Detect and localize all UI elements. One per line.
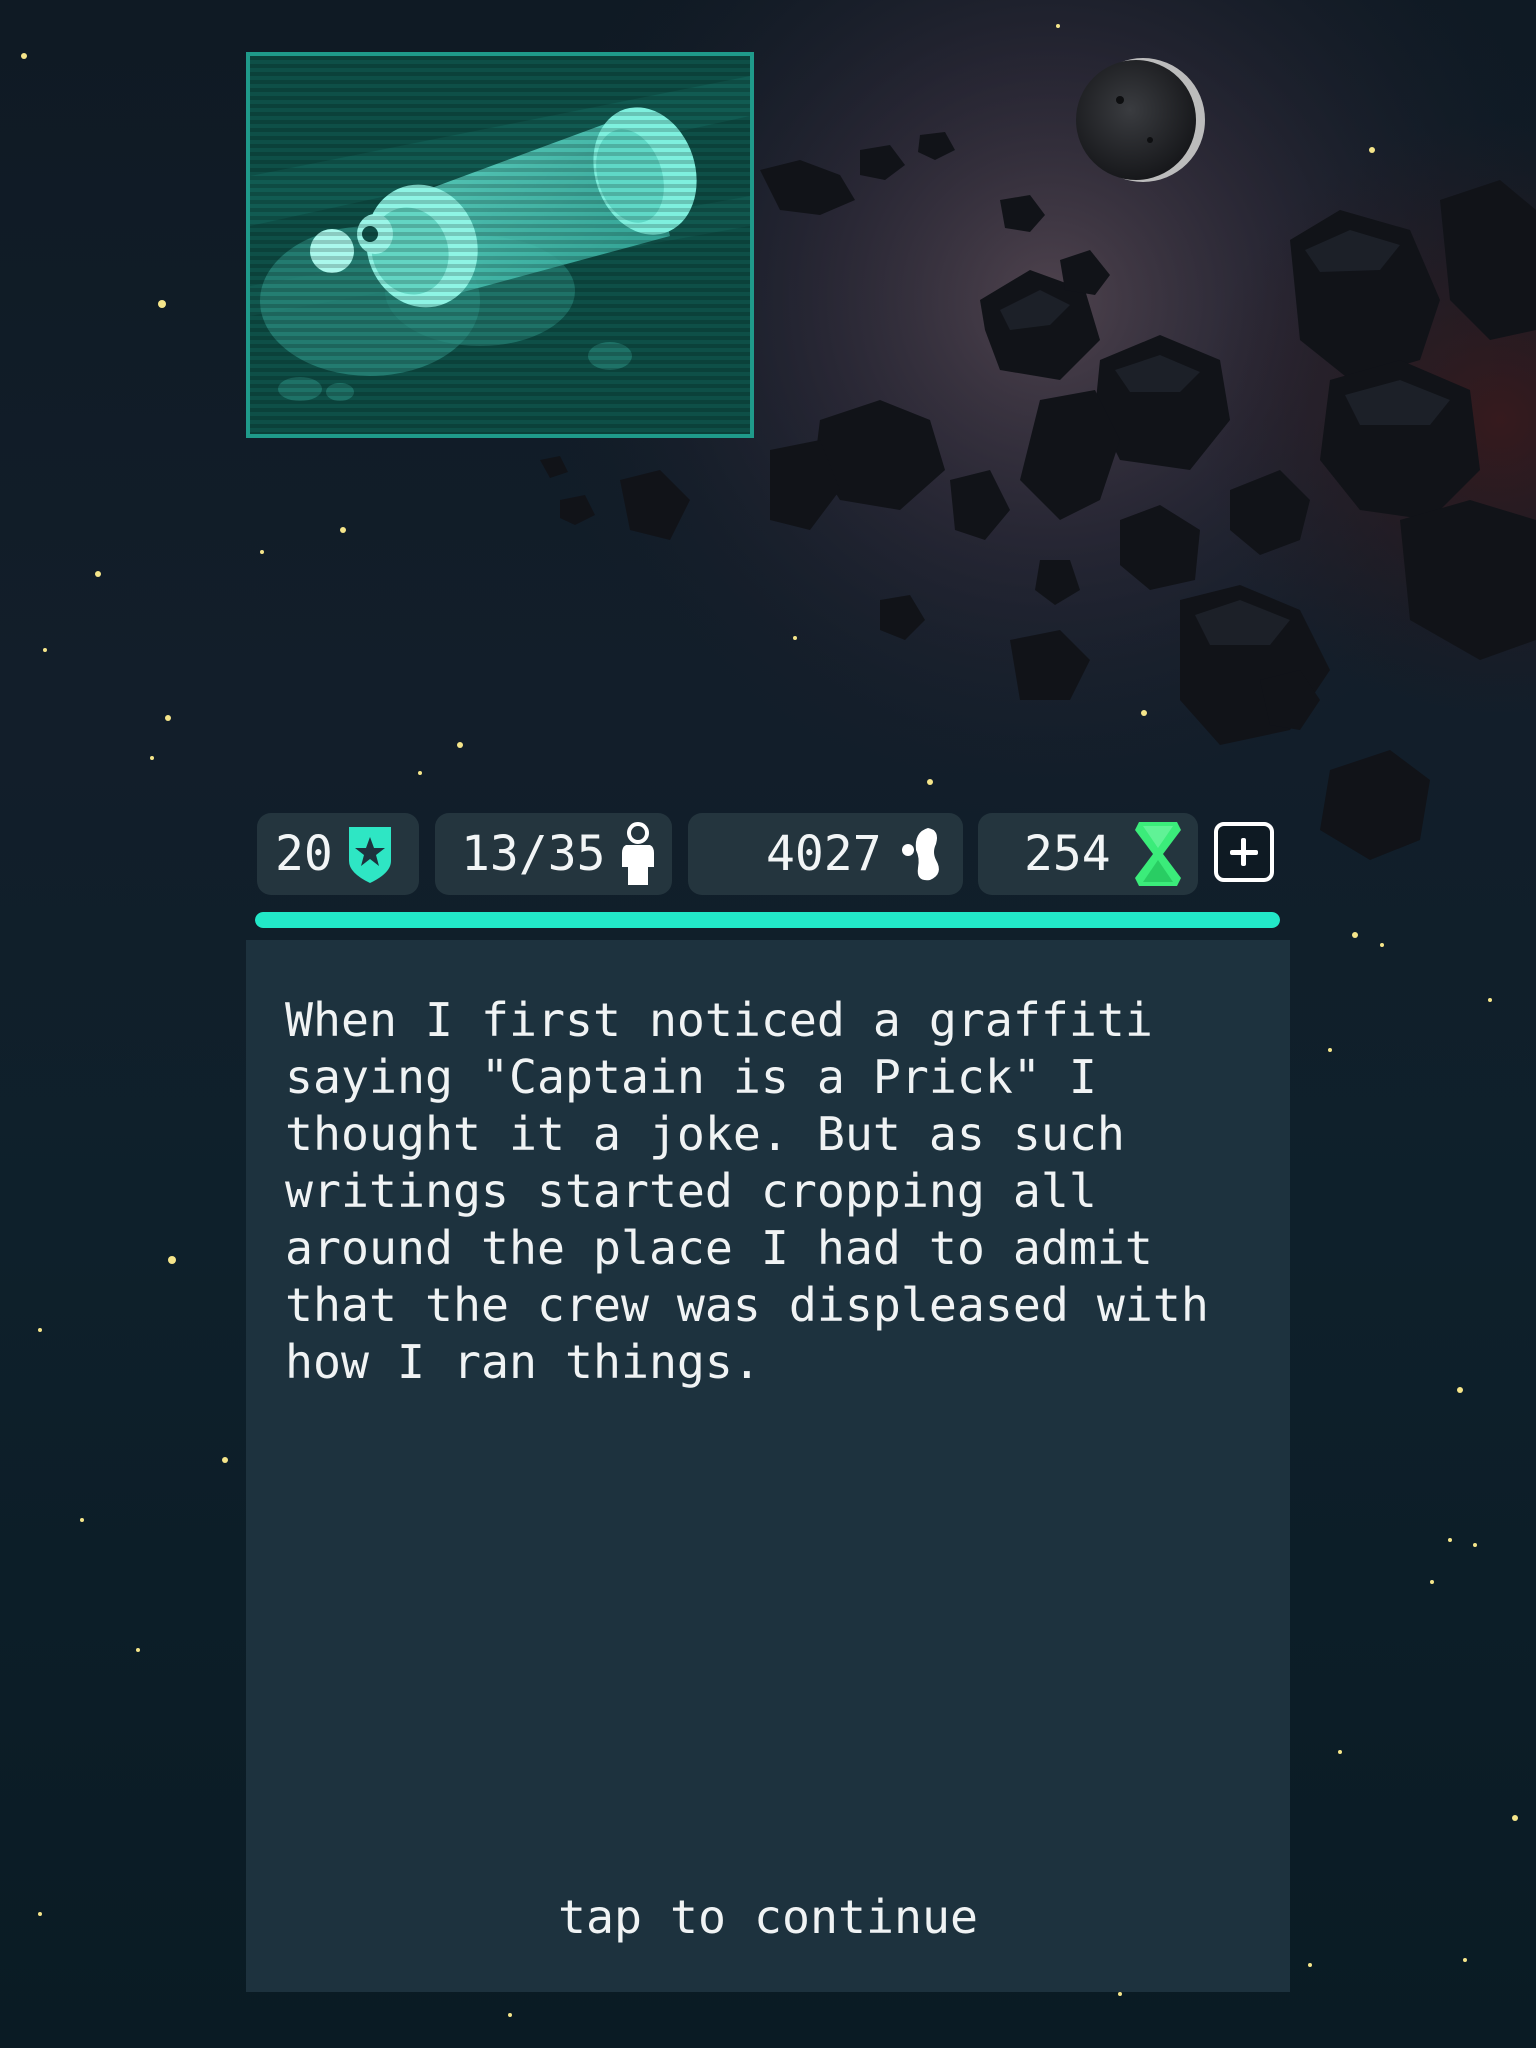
tap-to-continue[interactable]: tap to continue xyxy=(246,1890,1290,1944)
gem-value: 254 xyxy=(1024,826,1111,882)
rank-counter: 20 xyxy=(257,813,419,895)
progress-bar xyxy=(255,912,1280,928)
gem-counter: 254 xyxy=(978,813,1198,895)
spray-paint-can-icon xyxy=(250,56,750,434)
event-portrait xyxy=(246,52,754,438)
add-gems-button[interactable] xyxy=(1214,822,1274,882)
crew-member-icon xyxy=(621,822,654,885)
ore-blob-icon xyxy=(901,828,939,881)
rank-value: 20 xyxy=(275,826,333,882)
progress-fill xyxy=(255,912,1280,928)
crew-value: 13/35 xyxy=(461,826,606,882)
star-shield-icon xyxy=(348,827,391,883)
event-dialog[interactable]: When I first noticed a graffiti saying "… xyxy=(246,940,1290,1992)
ore-counter: 4027 xyxy=(688,813,963,895)
crew-counter: 13/35 xyxy=(435,813,672,895)
event-text: When I first noticed a graffiti saying "… xyxy=(285,993,1209,1389)
green-gem-icon xyxy=(1134,822,1181,886)
ore-value: 4027 xyxy=(766,826,882,882)
